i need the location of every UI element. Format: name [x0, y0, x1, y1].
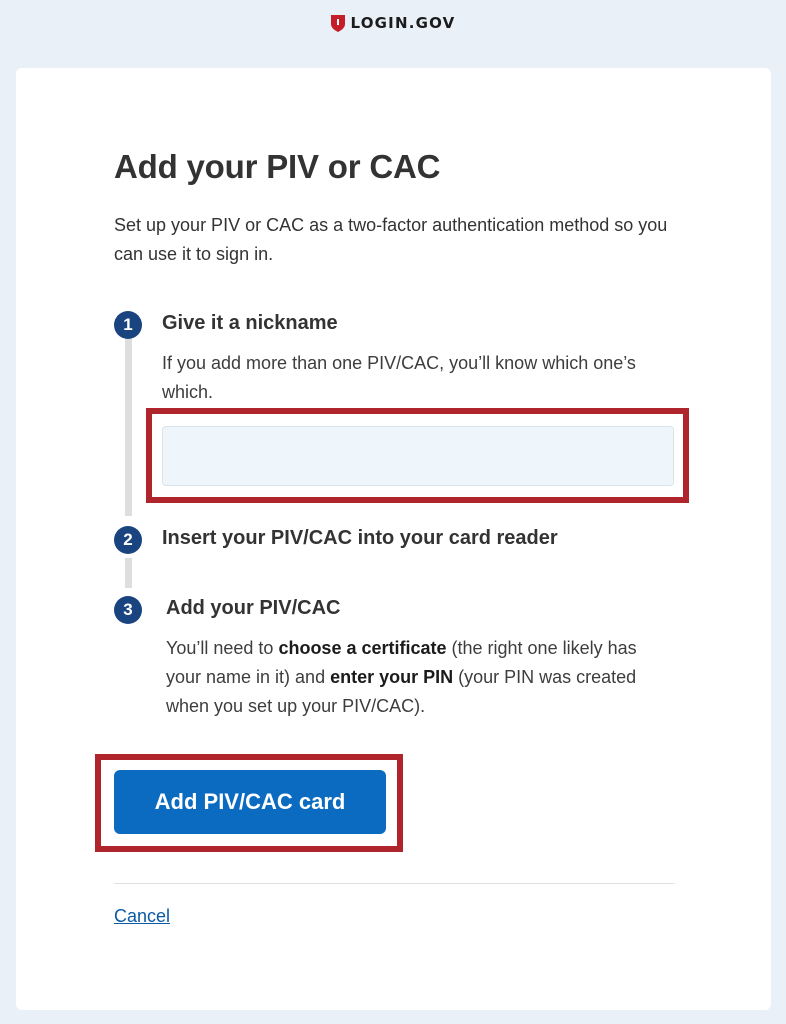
step-3-emphasis-pin: enter your PIN	[330, 667, 454, 687]
step-1-description: If you add more than one PIV/CAC, you’ll…	[162, 353, 636, 402]
login-gov-logo[interactable]: LOGIN.GOV	[330, 14, 456, 32]
step-3-title: Add your PIV/CAC	[166, 597, 341, 619]
step-1-title: Give it a nickname	[162, 312, 338, 334]
intro-text: Set up your PIV or CAC as a two-factor a…	[114, 215, 668, 264]
cancel-link[interactable]: Cancel	[114, 906, 170, 927]
step-2-number: 2	[114, 526, 142, 554]
page-title: Add your PIV or CAC	[114, 148, 441, 185]
step-3-number: 3	[114, 596, 142, 624]
step-3-emphasis-certificate: choose a certificate	[278, 638, 447, 658]
add-piv-cac-button[interactable]: Add PIV/CAC card	[114, 770, 386, 834]
step-3-description: You’ll need to choose a certificate (the…	[166, 634, 666, 721]
step-1-number: 1	[114, 311, 142, 339]
step-connector-line	[125, 336, 132, 516]
divider	[114, 883, 675, 884]
shield-icon	[330, 14, 345, 32]
step-3-text: You’ll need to	[166, 638, 279, 658]
step-connector-line	[125, 558, 132, 588]
brand-name: LOGIN.GOV	[350, 14, 456, 32]
top-bar: LOGIN.GOV	[0, 0, 786, 46]
nickname-input[interactable]	[162, 426, 674, 486]
main-card: Add your PIV or CAC Set up your PIV or C…	[16, 68, 771, 1010]
step-2-title: Insert your PIV/CAC into your card reade…	[162, 527, 558, 549]
